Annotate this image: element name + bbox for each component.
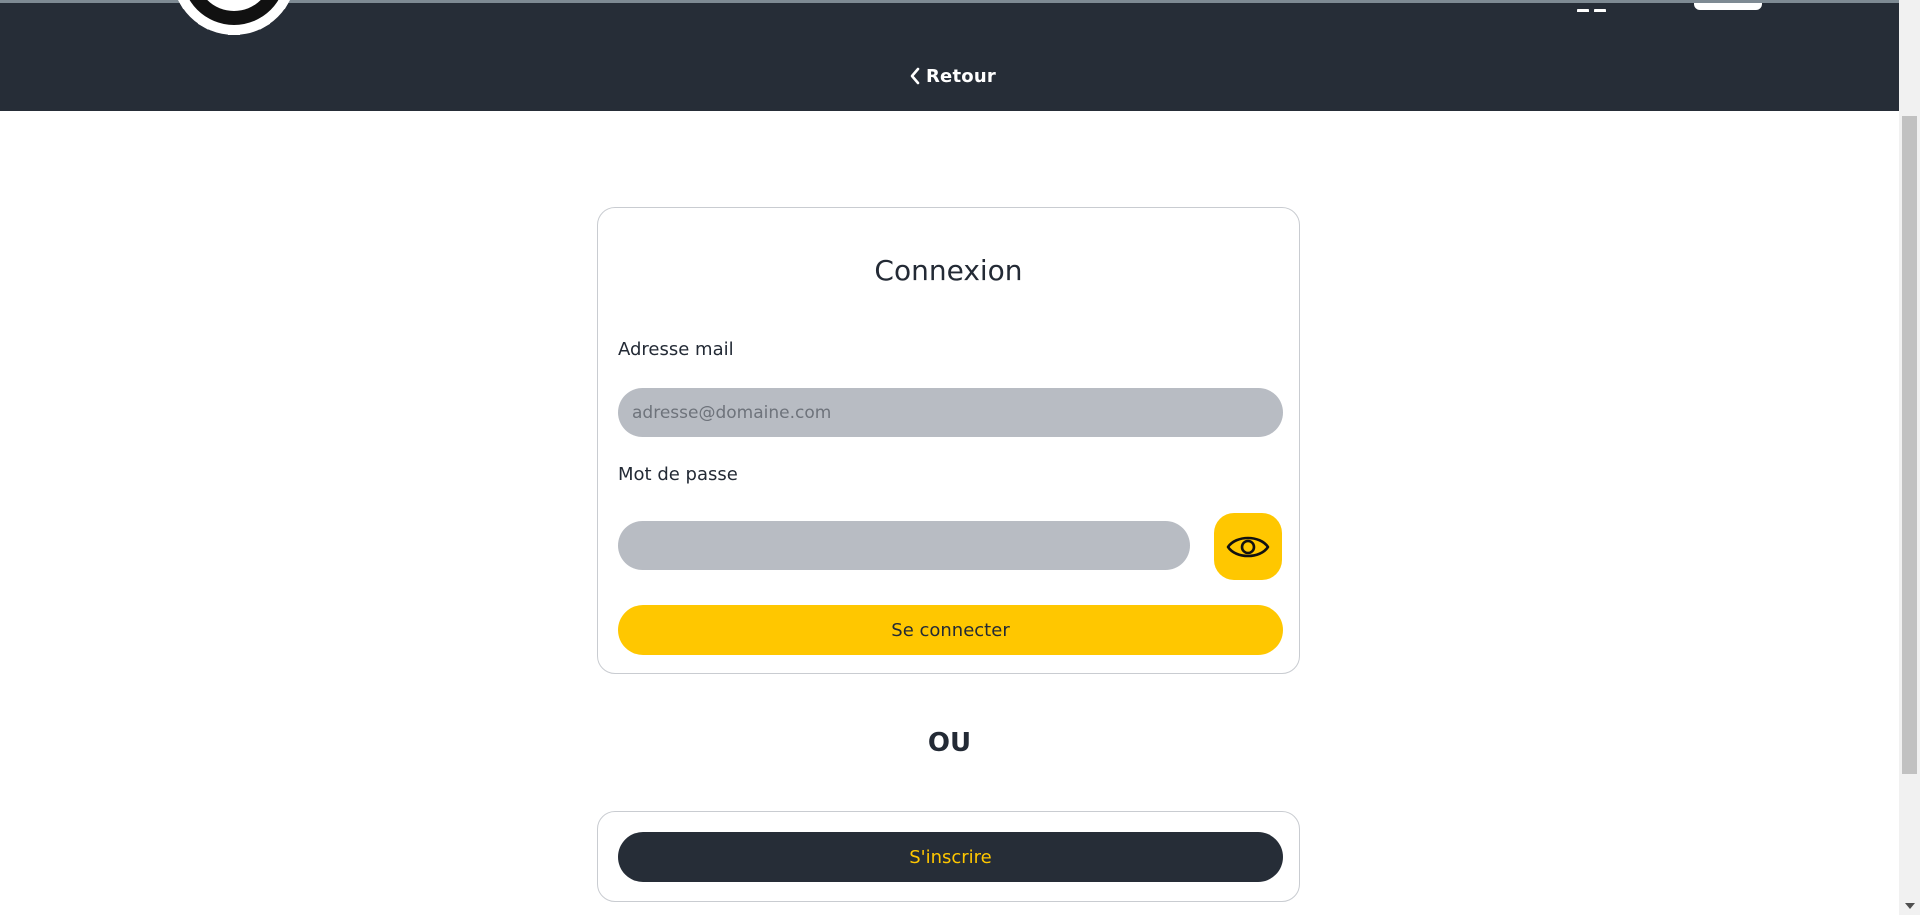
login-title: Connexion	[874, 254, 1023, 287]
or-separator: OU	[927, 728, 972, 758]
password-label: Mot de passe	[618, 464, 738, 485]
email-label: Adresse mail	[618, 339, 734, 360]
gear-logo-icon[interactable]	[172, 0, 297, 41]
signup-button[interactable]: S'inscrire	[618, 832, 1283, 882]
toggle-password-visibility-button[interactable]	[1214, 513, 1282, 580]
eye-icon	[1226, 536, 1270, 557]
site-header: Retour	[0, 0, 1899, 111]
login-card: Connexion Adresse mail Mot de passe Se c…	[597, 207, 1300, 674]
chevron-left-icon	[910, 67, 920, 85]
scrollbar[interactable]	[1899, 0, 1920, 915]
signup-card: S'inscrire	[597, 811, 1300, 902]
back-link[interactable]: Retour	[910, 63, 996, 89]
arrow-down-icon[interactable]	[1899, 897, 1920, 914]
scrollbar-thumb[interactable]	[1902, 116, 1917, 774]
header-account-button[interactable]	[1694, 3, 1762, 10]
back-link-label: Retour	[926, 65, 996, 87]
user-icon[interactable]	[1574, 3, 1608, 12]
login-button[interactable]: Se connecter	[618, 605, 1283, 655]
password-field[interactable]	[618, 521, 1190, 570]
email-field[interactable]	[618, 388, 1283, 437]
